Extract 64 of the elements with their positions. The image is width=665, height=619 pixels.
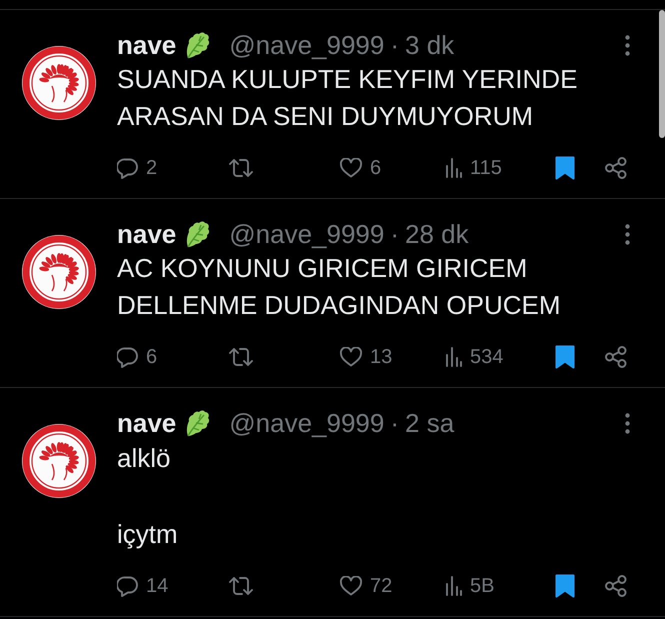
repost-icon: [229, 347, 253, 367]
bookmark-button[interactable]: [555, 345, 575, 369]
post-time[interactable]: 2 sa: [405, 408, 454, 438]
post-time[interactable]: 3 dk: [405, 30, 454, 60]
lettuce-icon: [185, 31, 210, 59]
repost-button[interactable]: [229, 158, 253, 178]
laurel-crest-icon[interactable]: [22, 424, 96, 498]
display-name[interactable]: nave: [117, 30, 176, 60]
like-button[interactable]: 72: [340, 574, 392, 598]
speech-bubble-icon: [117, 576, 138, 596]
lettuce-icon: [185, 220, 210, 248]
lettuce-icon: [185, 409, 210, 437]
like-button[interactable]: 6: [340, 156, 382, 180]
vertical-dots-icon: [624, 412, 630, 434]
heart-icon: [340, 158, 362, 178]
repost-button[interactable]: [229, 347, 253, 367]
speech-bubble-icon: [117, 346, 138, 368]
reply-button[interactable]: 14: [117, 574, 168, 598]
separator-dot: ·: [390, 30, 400, 60]
display-name[interactable]: nave: [117, 408, 176, 438]
share-button[interactable]: [605, 346, 627, 368]
heart-icon: [340, 347, 362, 367]
laurel-crest-icon[interactable]: [22, 46, 96, 120]
more-options-button[interactable]: [623, 34, 631, 56]
bar-chart-icon: [445, 158, 462, 178]
separator-dot: ·: [390, 408, 400, 438]
user-handle[interactable]: @nave_9999: [229, 218, 384, 250]
post-text: SUANDA KULUPTE KEYFIM YERINDE ARASAN DA SENI DUYMUYORUM: [117, 63, 578, 133]
repost-icon: [229, 576, 253, 596]
share-icon: [605, 575, 627, 597]
repost-icon: [229, 158, 253, 178]
share-icon: [605, 346, 627, 368]
bar-chart-icon: [445, 347, 462, 367]
display-name[interactable]: nave: [117, 218, 176, 250]
bookmark-button[interactable]: [555, 574, 575, 598]
user-handle[interactable]: @nave_9999: [229, 408, 384, 438]
heart-icon: [340, 576, 362, 596]
bookmark-icon: [555, 574, 575, 598]
post-text: alklö içytm: [117, 442, 179, 551]
share-button[interactable]: [605, 157, 627, 179]
like-button[interactable]: 13: [340, 345, 392, 369]
more-options-button[interactable]: [623, 412, 631, 434]
post-time[interactable]: 28 dk: [405, 218, 469, 250]
bookmark-button[interactable]: [555, 156, 575, 180]
bookmark-icon: [555, 156, 575, 180]
bar-chart-icon: [445, 576, 462, 596]
bookmark-icon: [555, 345, 575, 369]
share-icon: [605, 157, 627, 179]
more-options-button[interactable]: [623, 223, 631, 245]
reply-button[interactable]: 2: [117, 156, 158, 180]
speech-bubble-icon: [117, 158, 138, 178]
views-button[interactable]: 534: [445, 345, 504, 369]
views-button[interactable]: 115: [445, 156, 502, 180]
separator-dot: ·: [390, 218, 400, 250]
user-handle[interactable]: @nave_9999: [229, 30, 384, 60]
laurel-crest-icon[interactable]: [22, 235, 96, 309]
vertical-dots-icon: [624, 224, 630, 244]
post-text: AC KOYNUNU GIRICEM GIRICEM DELLENME DUDAGINDAN OPUCEM: [117, 252, 562, 322]
vertical-dots-icon: [624, 34, 630, 56]
share-button[interactable]: [605, 575, 627, 597]
scrollbar-thumb[interactable]: [659, 10, 665, 138]
repost-button[interactable]: [229, 576, 253, 596]
views-button[interactable]: 5B: [445, 574, 494, 598]
reply-button[interactable]: 6: [117, 345, 158, 369]
